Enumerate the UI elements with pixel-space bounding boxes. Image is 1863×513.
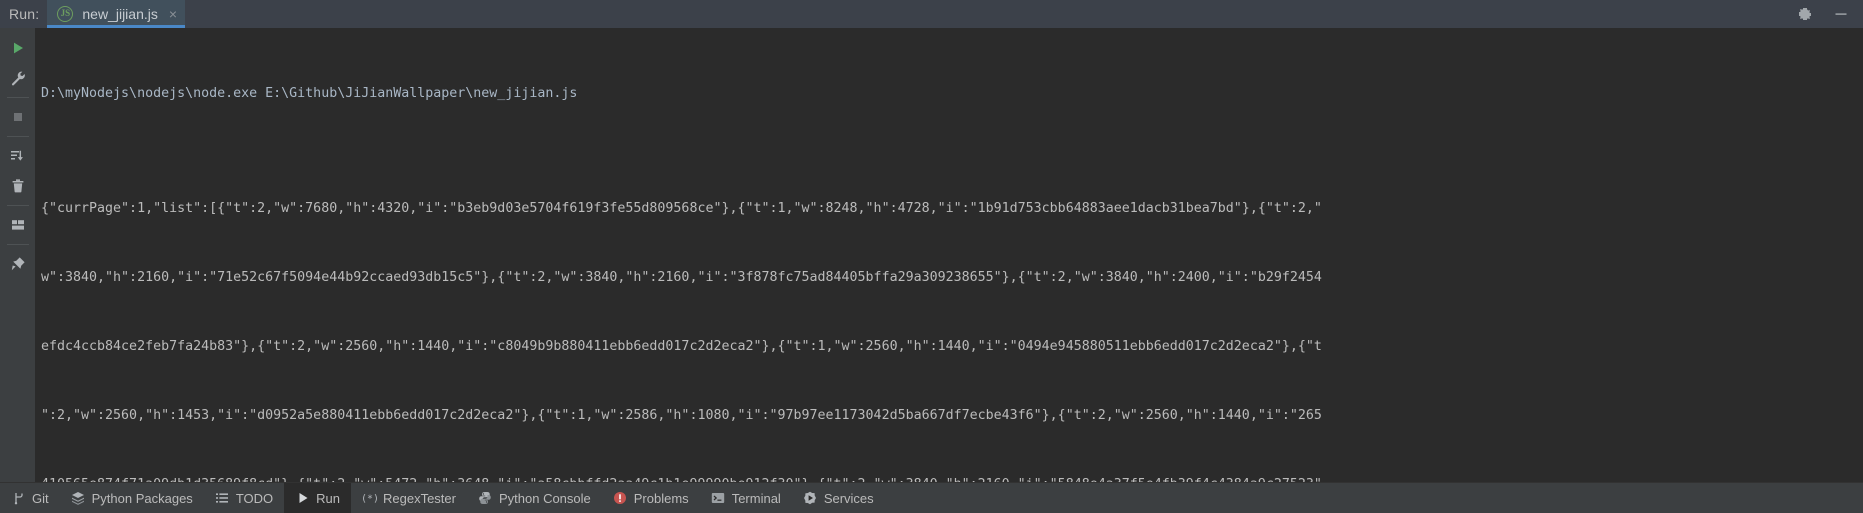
error-icon [613,491,628,506]
settings-gear-icon[interactable] [1797,6,1813,22]
status-label: Problems [633,490,689,506]
tabbar-spacer [185,0,1797,28]
run-left-toolbar [0,28,35,482]
wrench-settings-button[interactable] [5,65,31,91]
status-item-run[interactable]: Run [284,483,351,513]
bottom-status-bar: Git Python Packages TODO Run * RegexTest… [0,482,1863,513]
console-text: D:\myNodejs\nodejs\node.exe E:\Github\Ji… [35,28,1863,482]
play-icon [295,491,310,506]
terminal-icon [711,491,726,506]
toolbar-divider [6,244,29,245]
rerun-button[interactable] [5,35,31,61]
run-tool-window: Run: JS new_jijian.js × D:\myNodejs\node… [0,0,1863,513]
run-window-body: D:\myNodejs\nodejs\node.exe E:\Github\Ji… [0,28,1863,482]
status-item-git[interactable]: Git [0,483,60,513]
scroll-to-end-button[interactable] [5,143,31,169]
console-output: {"currPage":1,"list":[{"t":2,"w":7680,"h… [41,151,1863,482]
regex-icon: (*) [362,491,377,506]
list-icon [215,491,230,506]
toolbar-divider [6,136,29,137]
status-label: Terminal [731,490,781,506]
status-item-python-console[interactable]: Python Console [467,483,602,513]
console-line: ":2,"w":2560,"h":1453,"i":"d0952a5e88041… [41,408,1322,423]
close-icon[interactable]: × [169,7,177,21]
status-item-problems[interactable]: Problems [602,483,700,513]
svg-text:(*): (*) [363,494,377,505]
status-label: Services [823,490,874,506]
console-command-line: D:\myNodejs\nodejs\node.exe E:\Github\Ji… [41,86,578,101]
toolbar-divider [6,205,29,206]
status-label: Git [32,490,49,506]
console-line: w":3840,"h":2160,"i":"71e52c67f5094e44b9… [41,270,1322,285]
console-line: 410565e874f71a09db1d35689f8cd"},{"t":2,"… [41,473,1863,482]
status-item-services[interactable]: Services [792,483,885,513]
packages-icon [71,491,86,506]
toolbar-divider [6,97,29,98]
console-line: efdc4ccb84ce2feb7fa24b83"},{"t":2,"w":25… [41,339,1322,354]
status-item-terminal[interactable]: Terminal [700,483,792,513]
status-label: Run [316,490,340,506]
status-label: TODO [235,490,274,506]
status-label: RegexTester [383,490,456,506]
minimize-icon[interactable] [1833,6,1849,22]
console-line: {"currPage":1,"list":[{"t":2,"w":7680,"h… [41,201,1322,216]
run-tab-bar: Run: JS new_jijian.js × [0,0,1863,28]
stop-button[interactable] [5,104,31,130]
clear-all-button[interactable] [5,173,31,199]
tabbar-actions [1797,0,1863,28]
git-branch-icon [11,491,26,506]
console-output-area[interactable]: D:\myNodejs\nodejs\node.exe E:\Github\Ji… [35,28,1863,482]
status-label: Python Console [498,490,591,506]
status-item-regextester[interactable]: (*) RegexTester [351,483,467,513]
js-file-icon: JS [57,6,74,22]
tab-label: new_jijian.js [82,6,158,22]
tab-new-jijian-js[interactable]: JS new_jijian.js × [47,0,186,28]
status-item-python-packages[interactable]: Python Packages [60,483,204,513]
pin-tab-button[interactable] [5,251,31,277]
print-layout-button[interactable] [5,212,31,238]
console-scrollbar[interactable] [1853,28,1863,482]
services-icon [803,491,818,506]
status-item-todo[interactable]: TODO [204,483,284,513]
python-icon [478,491,493,506]
run-window-label: Run: [9,6,40,22]
status-label: Python Packages [91,490,193,506]
